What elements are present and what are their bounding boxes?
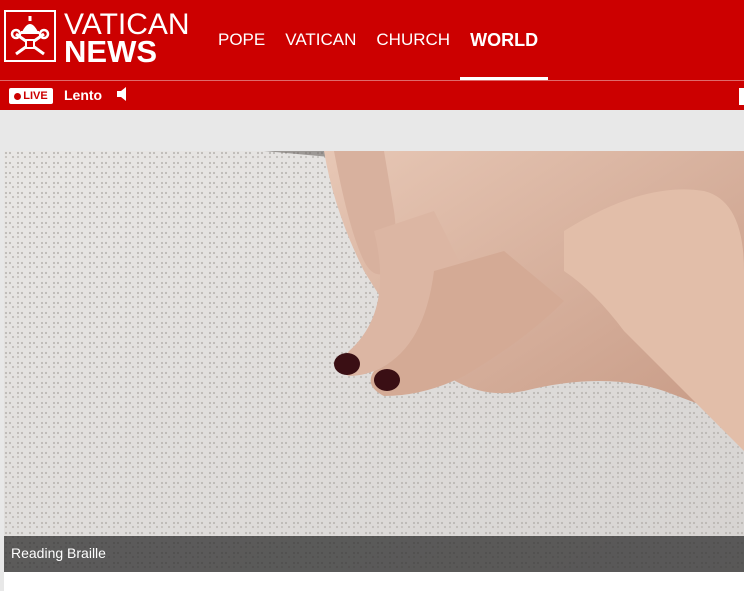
caption-bar: Reading Braille xyxy=(4,536,744,572)
nav-item-world[interactable]: WORLD xyxy=(460,0,549,80)
player-control-edge[interactable] xyxy=(739,88,744,105)
main-nav: POPE VATICAN CHURCH WORLD xyxy=(208,0,549,80)
hero-image: Reading Braille xyxy=(4,151,744,572)
nav-item-pope[interactable]: POPE xyxy=(208,0,275,80)
vatican-news-logo[interactable]: VATICAN NEWS xyxy=(4,10,190,69)
papal-emblem-icon xyxy=(4,10,56,62)
image-caption: Reading Braille xyxy=(11,545,106,561)
live-dot-icon xyxy=(14,92,22,100)
logo-text-news: NEWS xyxy=(64,34,157,69)
nav-item-vatican[interactable]: VATICAN xyxy=(275,0,366,80)
speaker-icon[interactable] xyxy=(116,86,130,102)
nav-item-church[interactable]: CHURCH xyxy=(366,0,460,80)
live-badge[interactable]: LIVE xyxy=(9,88,53,104)
live-bar: LIVE Lento xyxy=(0,81,744,110)
braille-photo xyxy=(4,151,744,572)
live-badge-label: LIVE xyxy=(23,90,48,102)
site-header: VATICAN NEWS POPE VATICAN CHURCH WORLD xyxy=(0,0,744,80)
content-area xyxy=(4,572,744,591)
live-program-title[interactable]: Lento xyxy=(64,87,102,103)
